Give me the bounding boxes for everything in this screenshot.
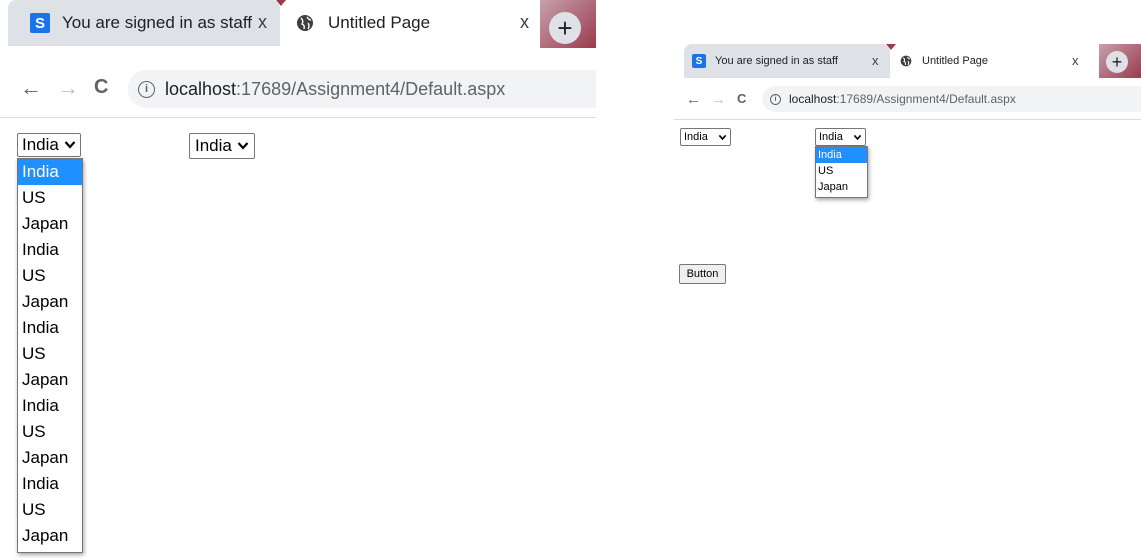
country-select-1[interactable]: India bbox=[17, 133, 81, 157]
dropdown-option[interactable]: India bbox=[18, 159, 82, 185]
dropdown-option[interactable]: India bbox=[18, 471, 82, 497]
tab-staff[interactable]: S You are signed in as staff x bbox=[684, 44, 890, 78]
submit-button[interactable]: Button bbox=[679, 264, 726, 284]
country-dropdown-list: India US Japan India US Japan India US Japan Indi… bbox=[17, 158, 83, 553]
tab-untitled[interactable]: Untitled Page x bbox=[282, 0, 540, 46]
country-select-2[interactable]: India bbox=[815, 128, 866, 146]
chevron-down-icon bbox=[718, 134, 727, 140]
browser-window-large: S You are signed in as staff x Untitled … bbox=[0, 0, 596, 558]
dropdown-option[interactable]: Japan bbox=[18, 445, 82, 471]
close-icon[interactable]: x bbox=[258, 13, 267, 31]
close-icon[interactable]: x bbox=[1072, 54, 1079, 67]
back-arrow-icon[interactable]: ← bbox=[686, 92, 701, 107]
select-value: India bbox=[22, 135, 59, 154]
dropdown-option[interactable]: Japan bbox=[18, 289, 82, 315]
info-icon[interactable]: i bbox=[770, 93, 781, 105]
dropdown-option[interactable]: US bbox=[18, 263, 82, 289]
info-icon[interactable]: i bbox=[138, 80, 155, 98]
toolbar: ← → C i localhost:17689/Assignment4/Defa… bbox=[674, 78, 1141, 120]
tab-title: Untitled Page bbox=[328, 13, 431, 32]
url-text: localhost:17689/Assignment4/Default.aspx bbox=[789, 92, 1016, 106]
select-value: India bbox=[684, 131, 708, 143]
dropdown-option[interactable]: India bbox=[816, 147, 867, 163]
dropdown-option[interactable]: Japan bbox=[18, 367, 82, 393]
plus-icon: + bbox=[1111, 51, 1123, 72]
forward-arrow-icon[interactable]: → bbox=[57, 77, 79, 99]
reload-icon[interactable]: C bbox=[737, 92, 746, 105]
tab-title: You are signed in as staff bbox=[715, 55, 838, 67]
tab-strip: S You are signed in as staff x Untitled … bbox=[674, 44, 1141, 78]
dropdown-option[interactable]: US bbox=[18, 497, 82, 523]
new-tab-button[interactable]: + bbox=[549, 12, 581, 44]
dropdown-option[interactable]: US bbox=[18, 419, 82, 445]
select-value: India bbox=[195, 136, 232, 155]
s-favicon-icon: S bbox=[692, 54, 706, 68]
dropdown-option[interactable]: US bbox=[18, 185, 82, 211]
country-select-1[interactable]: India bbox=[680, 128, 731, 146]
back-arrow-icon[interactable]: ← bbox=[20, 77, 42, 99]
chevron-down-icon bbox=[64, 141, 76, 149]
tab-indicator-icon bbox=[886, 44, 896, 50]
dropdown-option[interactable]: Japan bbox=[18, 211, 82, 237]
dropdown-option[interactable]: India bbox=[18, 315, 82, 341]
select-value: India bbox=[819, 131, 843, 143]
address-bar[interactable]: i localhost:17689/Assignment4/Default.as… bbox=[762, 86, 1141, 112]
globe-icon bbox=[900, 55, 912, 67]
tab-untitled[interactable]: Untitled Page x bbox=[892, 44, 1092, 78]
browser-window-small: S You are signed in as staff x Untitled … bbox=[674, 44, 1141, 344]
dropdown-option[interactable]: Japan bbox=[816, 179, 867, 195]
globe-icon bbox=[296, 14, 314, 32]
close-icon[interactable]: x bbox=[520, 13, 529, 31]
url-text: localhost:17689/Assignment4/Default.aspx bbox=[165, 78, 506, 99]
plus-icon: + bbox=[557, 12, 573, 43]
country-dropdown-list: India US Japan bbox=[815, 146, 868, 198]
tab-title: You are signed in as staff bbox=[62, 13, 252, 32]
dropdown-option[interactable]: US bbox=[18, 341, 82, 367]
dropdown-option[interactable]: India bbox=[18, 393, 82, 419]
dropdown-option[interactable]: India bbox=[18, 237, 82, 263]
s-favicon-icon: S bbox=[30, 13, 50, 33]
dropdown-option[interactable]: Japan bbox=[18, 523, 82, 549]
dropdown-option[interactable]: US bbox=[816, 163, 867, 179]
chevron-down-icon bbox=[237, 142, 249, 150]
forward-arrow-icon[interactable]: → bbox=[711, 92, 726, 107]
toolbar: ← → C i localhost:17689/Assignment4/Defa… bbox=[0, 50, 596, 118]
tab-strip: S You are signed in as staff x Untitled … bbox=[0, 0, 596, 50]
new-tab-button[interactable]: + bbox=[1106, 51, 1128, 73]
tab-indicator-icon bbox=[276, 0, 286, 6]
close-icon[interactable]: x bbox=[872, 54, 879, 67]
country-select-2[interactable]: India bbox=[189, 133, 255, 159]
reload-icon[interactable]: C bbox=[94, 77, 108, 97]
tab-staff[interactable]: S You are signed in as staff x bbox=[8, 0, 280, 46]
address-bar[interactable]: i localhost:17689/Assignment4/Default.as… bbox=[128, 70, 596, 108]
chevron-down-icon bbox=[853, 134, 862, 140]
tab-title: Untitled Page bbox=[922, 55, 989, 67]
